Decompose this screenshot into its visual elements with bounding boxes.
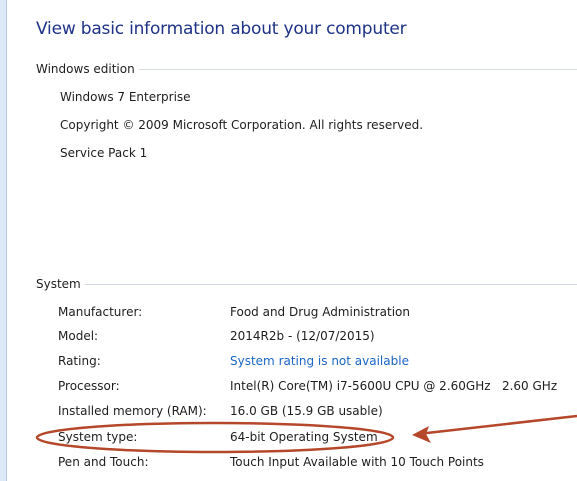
service-pack: Service Pack 1	[60, 146, 148, 160]
processor-label: Processor:	[58, 379, 120, 393]
left-window-border	[0, 0, 7, 481]
system-rating-link[interactable]: System rating is not available	[230, 354, 409, 368]
model-label: Model:	[58, 329, 99, 343]
section-divider	[84, 284, 577, 285]
system-header-label: System	[36, 277, 81, 291]
edition-name: Windows 7 Enterprise	[60, 90, 191, 104]
section-divider	[138, 69, 577, 70]
page-title: View basic information about your comput…	[36, 19, 407, 39]
pen-and-touch-label: Pen and Touch:	[58, 455, 149, 469]
manufacturer-label: Manufacturer:	[58, 305, 143, 319]
copyright-text: Copyright © 2009 Microsoft Corporation. …	[60, 118, 424, 132]
processor-value: Intel(R) Core(TM) i7-5600U CPU @ 2.60GHz…	[230, 379, 558, 393]
model-value: 2014R2b - (12/07/2015)	[230, 329, 375, 343]
pen-and-touch-value: Touch Input Available with 10 Touch Poin…	[230, 455, 484, 469]
windows-edition-header-label: Windows edition	[36, 62, 135, 76]
windows-edition-header: Windows edition	[36, 62, 577, 76]
annotation-arrowhead	[412, 426, 431, 443]
installed-memory-value: 16.0 GB (15.9 GB usable)	[230, 404, 383, 418]
annotation-arrow-line	[417, 414, 577, 436]
installed-memory-label: Installed memory (RAM):	[58, 404, 207, 418]
manufacturer-value: Food and Drug Administration	[230, 305, 410, 319]
system-type-value: 64-bit Operating System	[230, 430, 378, 444]
system-header: System	[36, 277, 577, 291]
rating-label: Rating:	[58, 354, 101, 368]
system-type-label: System type:	[58, 430, 138, 444]
